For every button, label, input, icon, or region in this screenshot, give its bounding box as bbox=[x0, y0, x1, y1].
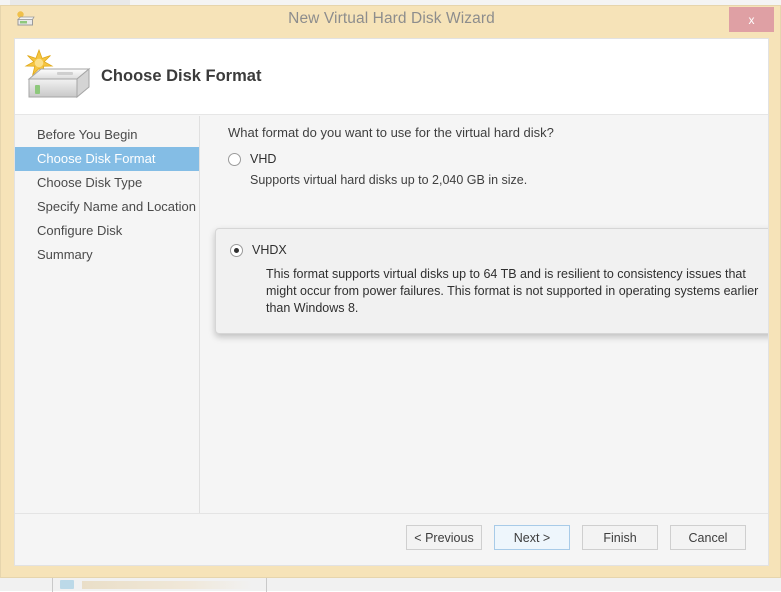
sidebar-item-choose-disk-type[interactable]: Choose Disk Type bbox=[15, 171, 199, 195]
previous-button[interactable]: < Previous bbox=[406, 525, 482, 550]
background-divider bbox=[52, 578, 53, 592]
description-vhd: Supports virtual hard disks up to 2,040 … bbox=[250, 172, 730, 188]
sidebar-item-before-you-begin[interactable]: Before You Begin bbox=[15, 123, 199, 147]
dialog-body: Before You Begin Choose Disk Format Choo… bbox=[15, 116, 768, 565]
window-title: New Virtual Hard Disk Wizard bbox=[1, 10, 781, 28]
next-button[interactable]: Next > bbox=[494, 525, 570, 550]
cancel-button[interactable]: Cancel bbox=[670, 525, 746, 550]
new-hard-disk-icon bbox=[21, 45, 93, 109]
background-text-fragment bbox=[82, 581, 252, 589]
wizard-steps-sidebar: Before You Begin Choose Disk Format Choo… bbox=[15, 116, 199, 565]
radio-label-vhdx: VHDX bbox=[252, 243, 287, 257]
page-title: Choose Disk Format bbox=[101, 67, 261, 86]
background-icon bbox=[60, 580, 74, 589]
radio-option-vhd[interactable]: VHD bbox=[228, 152, 276, 166]
sidebar-item-summary[interactable]: Summary bbox=[15, 243, 199, 267]
description-vhdx: This format supports virtual disks up to… bbox=[266, 266, 769, 317]
radio-label-vhd: VHD bbox=[250, 152, 276, 166]
background-divider bbox=[266, 578, 267, 592]
background-window-bottom bbox=[0, 577, 781, 591]
format-question-label: What format do you want to use for the v… bbox=[228, 125, 554, 140]
new-virtual-hard-disk-wizard-window: New Virtual Hard Disk Wizard x bbox=[0, 5, 781, 578]
close-icon[interactable]: x bbox=[729, 7, 774, 32]
radio-option-vhdx[interactable]: VHDX bbox=[230, 243, 761, 257]
sidebar-item-configure-disk[interactable]: Configure Disk bbox=[15, 219, 199, 243]
radio-button-vhdx[interactable] bbox=[230, 244, 243, 257]
radio-button-vhd[interactable] bbox=[228, 153, 241, 166]
sidebar-item-choose-disk-format[interactable]: Choose Disk Format bbox=[15, 147, 199, 171]
vhdx-highlight-panel: VHDX This format supports virtual disks … bbox=[215, 228, 769, 334]
finish-button[interactable]: Finish bbox=[582, 525, 658, 550]
titlebar: New Virtual Hard Disk Wizard x bbox=[1, 6, 780, 34]
sidebar-item-specify-name-and-location[interactable]: Specify Name and Location bbox=[15, 195, 199, 219]
content-pane: What format do you want to use for the v… bbox=[200, 116, 768, 565]
wizard-header: Choose Disk Format bbox=[15, 39, 768, 115]
footer-button-group: < Previous Next > Finish Cancel bbox=[406, 525, 746, 550]
wizard-steps-list: Before You Begin Choose Disk Format Choo… bbox=[15, 116, 199, 267]
dialog-footer: < Previous Next > Finish Cancel bbox=[15, 513, 768, 565]
dialog-client-area: Choose Disk Format Before You Begin Choo… bbox=[14, 38, 769, 566]
